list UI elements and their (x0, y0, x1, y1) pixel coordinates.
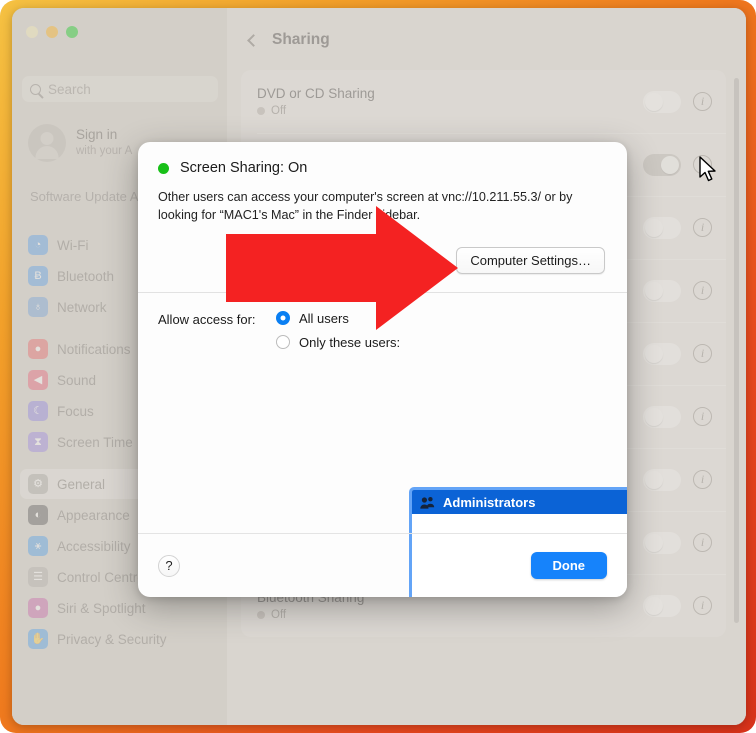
dialog-footer: ? Done (138, 533, 627, 597)
sidebar-item-label: Privacy & Security (57, 631, 167, 647)
row-status: Off (257, 105, 643, 117)
search-placeholder: Search (48, 81, 91, 97)
minimize-button[interactable] (46, 26, 58, 38)
sidebar-item-privacy-security[interactable]: ✋ Privacy & Security (20, 624, 220, 654)
info-icon[interactable]: i (693, 344, 712, 363)
sidebar-item-label: Screen Time (57, 434, 133, 450)
sidebar-item-siri-spotlight[interactable]: ● Siri & Spotlight (20, 593, 220, 623)
hourglass-icon: ⧗ (28, 432, 48, 452)
toggle-switch[interactable] (643, 405, 681, 428)
toggle-switch[interactable] (643, 153, 681, 176)
avatar (28, 124, 66, 162)
toggle-switch[interactable] (643, 594, 681, 617)
status-dot (257, 107, 265, 115)
bluetooth-icon: Ƀ (28, 266, 48, 286)
row-status: Off (257, 609, 643, 621)
sidebar-item-label: Bluetooth (57, 268, 115, 284)
toggle-knob (645, 533, 663, 552)
info-icon[interactable]: i (693, 596, 712, 615)
speaker-icon: ◀ (28, 370, 48, 390)
network-icon: ♁ (28, 297, 48, 317)
content-header: Sharing (227, 20, 330, 60)
toggle-knob (661, 155, 679, 174)
page-title: Sharing (272, 31, 330, 48)
search-input[interactable]: Search (22, 76, 218, 102)
toggle-switch[interactable] (643, 468, 681, 491)
info-icon[interactable]: i (693, 281, 712, 300)
help-button[interactable]: ? (158, 554, 180, 577)
status-indicator-dot (158, 162, 169, 174)
window-accent-frame: Search Sign in with your A Software Upda… (0, 0, 756, 733)
moon-icon: ☾ (28, 401, 48, 421)
zoom-button[interactable] (66, 26, 78, 38)
toggle-knob (645, 344, 663, 363)
sidebar-item-label: Sound (57, 372, 97, 388)
chevron-left-icon[interactable] (247, 33, 260, 47)
toggle-switch[interactable] (643, 216, 681, 239)
info-icon[interactable]: i (693, 218, 712, 237)
list-item-label: Administrators (443, 494, 536, 510)
radio-button[interactable] (276, 335, 290, 349)
close-button[interactable] (26, 26, 38, 38)
sharing-row[interactable]: DVD or CD Sharing Off i (241, 70, 726, 133)
done-button[interactable]: Done (530, 552, 607, 579)
radio-option[interactable]: Only these users: (276, 335, 400, 350)
status-line: Screen Sharing: On (158, 160, 607, 176)
row-status-text: Off (271, 609, 287, 621)
sidebar-item-label: General (57, 476, 106, 492)
toggle-knob (645, 407, 663, 426)
group-icon (420, 496, 435, 509)
siri-icon: ● (28, 598, 48, 618)
sidebar-item-label: Network (57, 299, 107, 315)
wifi-icon: ◔ (28, 235, 48, 255)
toggle-switch[interactable] (643, 531, 681, 554)
status-dot (257, 611, 265, 619)
toggle-knob (645, 281, 663, 300)
info-icon[interactable]: i (693, 407, 712, 426)
sidebar-item-label: Control Centre (57, 569, 145, 585)
toggle-knob (645, 470, 663, 489)
toggle-switch[interactable] (643, 342, 681, 365)
mouse-cursor (699, 156, 716, 182)
sidebar-item-label: Siri & Spotlight (57, 600, 146, 616)
radio-label: Only these users: (299, 334, 401, 350)
sidebar-item-label: Wi-Fi (57, 237, 89, 253)
toggle-knob (645, 596, 663, 615)
control-centre-icon: ☰ (28, 567, 48, 587)
toggle-knob (645, 218, 663, 237)
gear-icon: ⚙ (28, 474, 48, 494)
toggle-switch[interactable] (643, 279, 681, 302)
sidebar-item-label: Accessibility (57, 538, 131, 554)
scrollbar[interactable] (734, 78, 739, 623)
status-badge: Screen Sharing: On (180, 160, 308, 176)
search-icon (30, 83, 41, 95)
row-text: DVD or CD Sharing Off (257, 86, 643, 117)
toggle-switch[interactable] (643, 90, 681, 113)
signin-title: Sign in (76, 127, 118, 143)
row-title: DVD or CD Sharing (257, 86, 375, 101)
info-icon[interactable]: i (693, 470, 712, 489)
info-icon[interactable]: i (693, 92, 712, 111)
list-item[interactable]: Administrators (412, 490, 627, 514)
annotation-arrow-icon (226, 206, 458, 330)
sidebar-item-label: Notifications (57, 341, 131, 357)
bell-icon: ● (28, 339, 48, 359)
system-settings-window: Search Sign in with your A Software Upda… (12, 8, 746, 725)
toggle-knob (645, 92, 663, 111)
row-status-text: Off (271, 105, 287, 117)
info-icon[interactable]: i (693, 533, 712, 552)
appearance-icon: ◐ (28, 505, 48, 525)
traffic-lights (26, 26, 78, 38)
accessibility-icon: ⚹ (28, 536, 48, 556)
computer-settings-button[interactable]: Computer Settings… (456, 246, 605, 274)
sidebar-item-label: Focus (57, 403, 94, 419)
signin-subtitle: with your A (76, 145, 133, 158)
hand-icon: ✋ (28, 629, 48, 649)
sidebar-item-label: Appearance (57, 507, 130, 523)
